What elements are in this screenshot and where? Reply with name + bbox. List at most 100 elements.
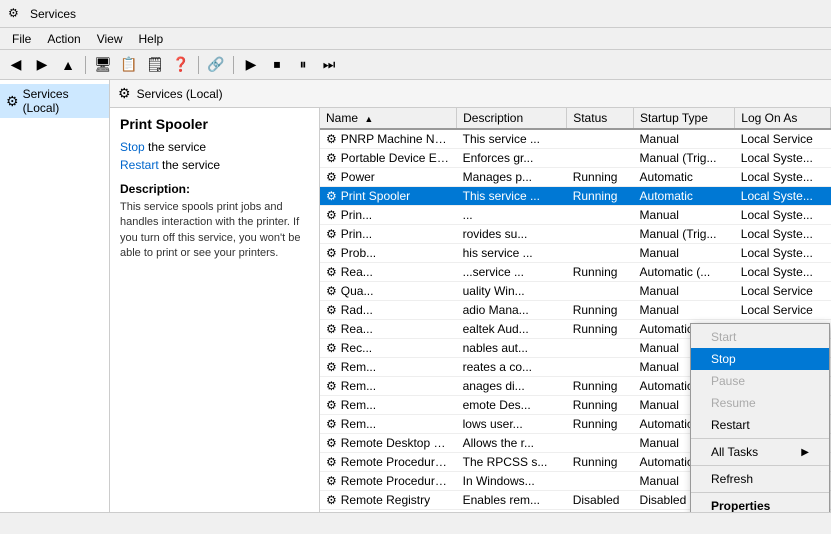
cell-description: lows user... (457, 415, 567, 434)
cell-logon: Local Syste... (735, 206, 831, 225)
context-menu-item-properties[interactable]: Properties (691, 495, 829, 512)
cell-logon: Local Syste... (735, 225, 831, 244)
cell-startup: Manual (634, 282, 735, 301)
context-menu-item-resume: Resume (691, 392, 829, 414)
cell-startup: Manual (634, 206, 735, 225)
cell-status: Running (567, 396, 634, 415)
row-icon: ⚙ (326, 360, 337, 374)
cell-name: ⚙Rad... (320, 301, 457, 320)
table-row[interactable]: ⚙Prin...rovides su...Manual (Trig...Loca… (320, 225, 831, 244)
table-row[interactable]: ⚙Print SpoolerThis service ...RunningAut… (320, 187, 831, 206)
col-startup[interactable]: Startup Type (634, 108, 735, 129)
cell-startup: Manual (634, 244, 735, 263)
row-icon: ⚙ (326, 170, 337, 184)
table-row[interactable]: ⚙Prin...... ManualLocal Syste... (320, 206, 831, 225)
context-menu-item-pause: Pause (691, 370, 829, 392)
cell-description: reates a co... (457, 358, 567, 377)
table-row[interactable]: ⚙Prob...his service ...ManualLocal Syste… (320, 244, 831, 263)
menu-bar: FileActionViewHelp (0, 28, 831, 50)
cell-name: ⚙Rem... (320, 358, 457, 377)
row-icon: ⚙ (326, 227, 337, 241)
col-description[interactable]: Description (457, 108, 567, 129)
new-window-btn[interactable]: 🗒 (143, 54, 167, 76)
services-header-icon: ⚙ (118, 85, 131, 102)
connect-btn[interactable]: 🔗 (204, 54, 228, 76)
services-table-area[interactable]: Name ▲ Description Status Startup Type L… (320, 108, 831, 512)
show-hide-btn[interactable]: 🖥 (91, 54, 115, 76)
stop-link[interactable]: Stop (120, 140, 145, 154)
table-row[interactable]: ⚙Rad...adio Mana...RunningManualLocal Se… (320, 301, 831, 320)
row-icon: ⚙ (326, 417, 337, 431)
cell-description: adio Mana... (457, 301, 567, 320)
table-row[interactable]: ⚙Qua...uality Win... ManualLocal Service (320, 282, 831, 301)
cell-description: Enforces gr... (457, 149, 567, 168)
table-row[interactable]: ⚙Rea......service ...RunningAutomatic (.… (320, 263, 831, 282)
content-area: ⚙ Services (Local) Print Spooler Stop th… (110, 80, 831, 512)
cell-status (567, 472, 634, 491)
cell-description: anages di... (457, 377, 567, 396)
cell-status: Running (567, 320, 634, 339)
cell-name: ⚙Rea... (320, 263, 457, 282)
cell-name: ⚙Remote Procedure Call (RPC) (320, 453, 457, 472)
menu-item-file[interactable]: File (4, 30, 39, 48)
cell-status: Running (567, 453, 634, 472)
context-menu-item-label: Start (711, 330, 736, 344)
context-menu-item-restart[interactable]: Restart (691, 414, 829, 436)
restart-btn[interactable]: ⏭ (317, 54, 341, 76)
status-bar (0, 512, 831, 534)
stop-btn[interactable]: ⏹ (265, 54, 289, 76)
forward-btn[interactable]: ▶ (30, 54, 54, 76)
row-icon: ⚙ (326, 341, 337, 355)
pause-btn[interactable]: ⏸ (291, 54, 315, 76)
up-btn[interactable]: ▲ (56, 54, 80, 76)
row-icon: ⚙ (326, 436, 337, 450)
cell-startup: Manual (634, 301, 735, 320)
context-menu-item-all-tasks[interactable]: All Tasks▶ (691, 441, 829, 463)
restart-link[interactable]: Restart (120, 158, 159, 172)
sort-arrow: ▲ (364, 114, 373, 124)
col-status[interactable]: Status (567, 108, 634, 129)
cell-description: This service ... (457, 187, 567, 206)
context-menu-item-refresh[interactable]: Refresh (691, 468, 829, 490)
table-row[interactable]: ⚙PNRP Machine Name Publi...This service … (320, 129, 831, 149)
play-btn[interactable]: ▶ (239, 54, 263, 76)
tree-item-services-local[interactable]: ⚙ Services (Local) (0, 84, 109, 118)
menu-item-action[interactable]: Action (39, 30, 88, 48)
cell-name: ⚙Remote Procedure Call (RP... (320, 472, 457, 491)
cell-description: In Windows... (457, 472, 567, 491)
service-title: Print Spooler (120, 116, 309, 132)
cell-name: ⚙Rem... (320, 377, 457, 396)
tree-panel: ⚙ Services (Local) (0, 80, 110, 512)
col-name[interactable]: Name ▲ (320, 108, 457, 129)
menu-item-view[interactable]: View (89, 30, 131, 48)
table-row[interactable]: ⚙PowerManages p...RunningAutomaticLocal … (320, 168, 831, 187)
cell-description: nables aut... (457, 339, 567, 358)
cell-name: ⚙Prob... (320, 244, 457, 263)
cell-name: ⚙PNRP Machine Name Publi... (320, 129, 457, 149)
app-icon: ⚙ (8, 6, 24, 22)
cell-description: Allows the r... (457, 434, 567, 453)
cell-name: ⚙Print Spooler (320, 187, 457, 206)
table-row[interactable]: ⚙Portable Device Enumerator...Enforces g… (320, 149, 831, 168)
back-btn[interactable]: ◀ (4, 54, 28, 76)
cell-status (567, 206, 634, 225)
cell-name: ⚙Qua... (320, 282, 457, 301)
col-logon[interactable]: Log On As (735, 108, 831, 129)
cell-description: uality Win... (457, 282, 567, 301)
context-menu-item-label: Stop (711, 352, 736, 366)
row-icon: ⚙ (326, 284, 337, 298)
context-menu-separator (691, 438, 829, 439)
cell-logon: Local Service (735, 282, 831, 301)
context-menu-item-stop[interactable]: Stop (691, 348, 829, 370)
context-menu-item-label: Properties (711, 499, 770, 512)
cell-description: ealtek Aud... (457, 320, 567, 339)
menu-item-help[interactable]: Help (131, 30, 172, 48)
cell-description: ... (457, 206, 567, 225)
cell-name: ⚙Prin... (320, 206, 457, 225)
context-menu: Start Stop PauseResumeRestart All Tasks▶ Ref… (690, 323, 830, 512)
properties-btn[interactable]: 📋 (117, 54, 141, 76)
help-btn[interactable]: ❓ (169, 54, 193, 76)
cell-status (567, 339, 634, 358)
cell-status (567, 282, 634, 301)
cell-name: ⚙Rem... (320, 396, 457, 415)
